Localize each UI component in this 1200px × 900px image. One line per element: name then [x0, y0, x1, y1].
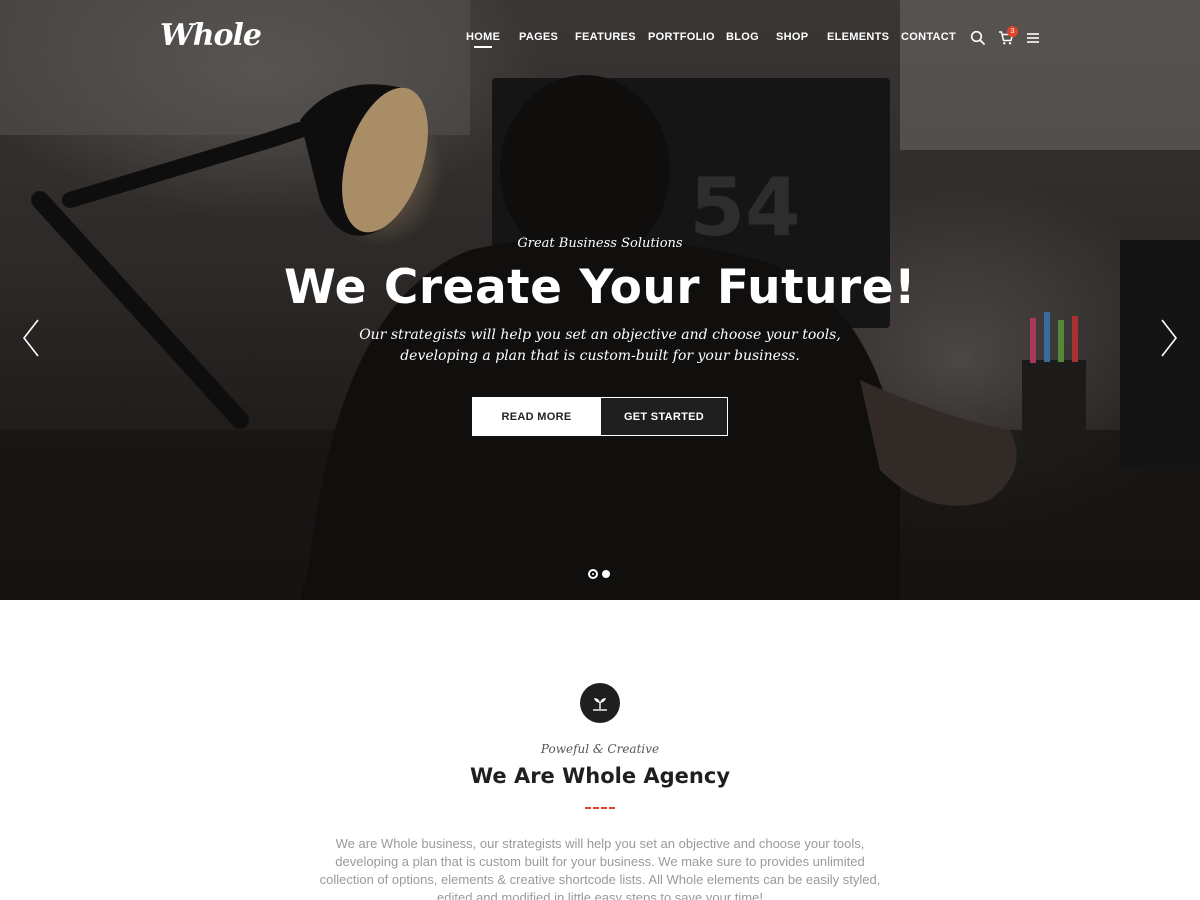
- section-divider: [585, 807, 615, 809]
- brand-logo[interactable]: Whole: [160, 18, 262, 53]
- about-text: We are Whole business, our strategists w…: [319, 836, 881, 900]
- cart-count-badge: 3: [1007, 26, 1018, 37]
- get-started-button[interactable]: GET STARTED: [600, 397, 728, 436]
- nav-item-portfolio[interactable]: PORTFOLIO: [648, 31, 715, 43]
- chevron-right-icon[interactable]: [1159, 318, 1179, 358]
- nav-item-shop[interactable]: SHOP: [776, 31, 808, 43]
- nav-item-pages[interactable]: PAGES: [519, 31, 558, 43]
- about-kicker: Poweful & Creative: [540, 742, 660, 756]
- slider-dot-1[interactable]: [588, 569, 598, 579]
- chevron-left-icon[interactable]: [21, 318, 41, 358]
- hero-description: Our strategists will help you set an obj…: [359, 327, 841, 364]
- hero-kicker: Great Business Solutions: [517, 236, 683, 251]
- about-title: We Are Whole Agency: [469, 764, 731, 788]
- slider-dot-2[interactable]: [602, 570, 610, 578]
- search-icon[interactable]: [970, 30, 986, 46]
- nav-item-contact[interactable]: CONTACT: [901, 31, 956, 43]
- nav-item-home[interactable]: HOME: [466, 31, 500, 48]
- nav-item-features[interactable]: FEATURES: [575, 31, 636, 43]
- sprout-icon: [580, 683, 620, 723]
- menu-icon[interactable]: [1025, 30, 1041, 46]
- nav-item-blog[interactable]: BLOG: [726, 31, 759, 43]
- sprout-glyph: [593, 698, 607, 711]
- nav-item-elements[interactable]: ELEMENTS: [827, 31, 889, 43]
- hero-title: We Create Your Future!: [283, 260, 917, 315]
- read-more-button[interactable]: READ MORE: [472, 397, 601, 436]
